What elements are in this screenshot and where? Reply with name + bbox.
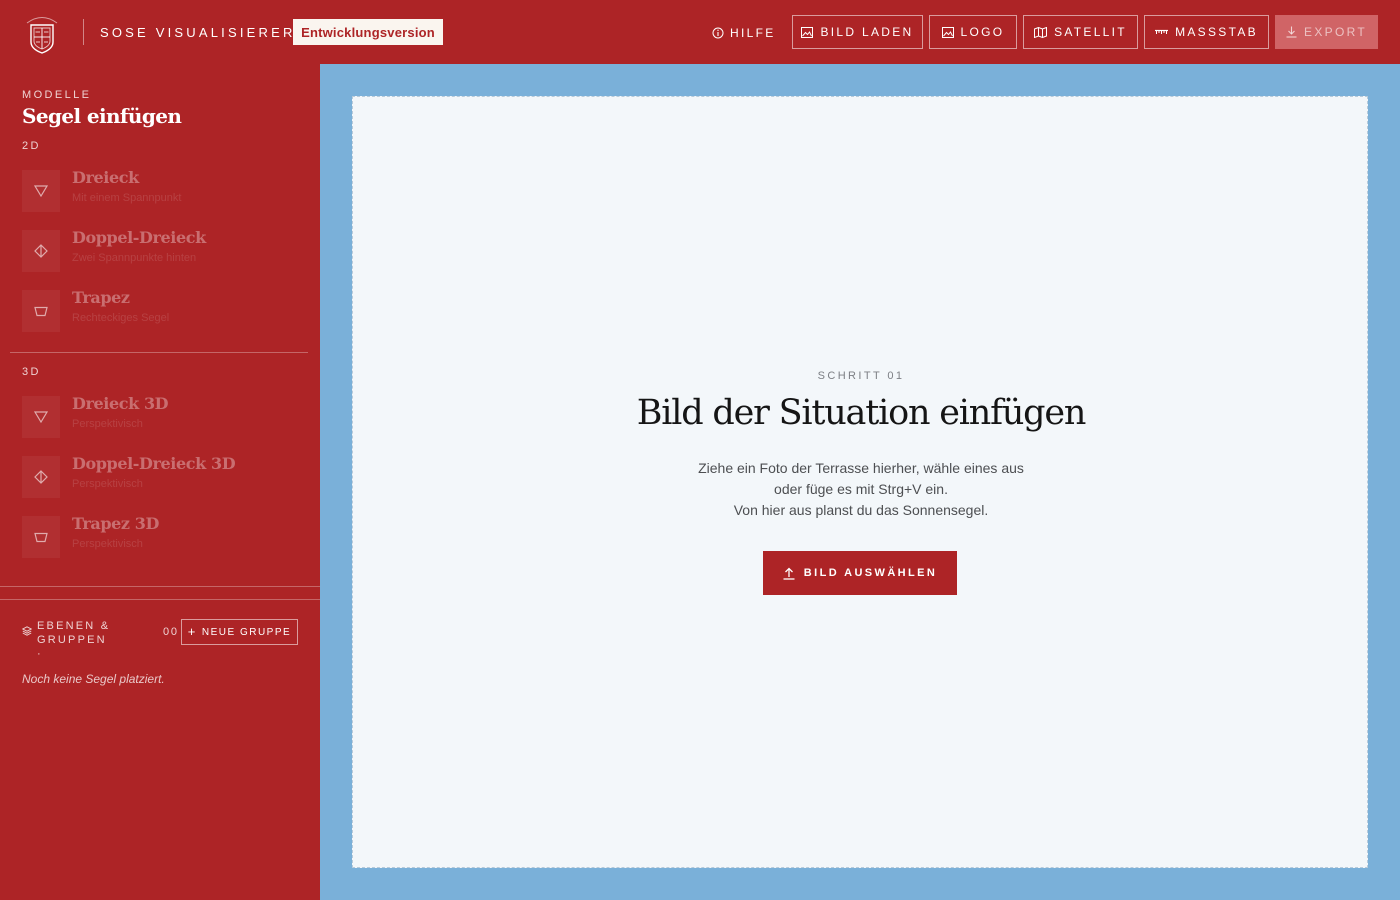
double-triangle-icon [22, 456, 60, 498]
plus-icon: + [187, 624, 197, 639]
description-line: Von hier aus planst du das Sonnensegel. [733, 502, 989, 518]
model-description: Perspektivisch [72, 418, 143, 430]
image-dropzone[interactable]: SCHRITT 01 Bild der Situation einfügen Z… [352, 96, 1368, 868]
layers-label-line: EBENEN & [37, 620, 111, 632]
layers-count: 00 [163, 626, 179, 638]
sidebar-divider [0, 599, 320, 600]
trapezoid-icon [22, 290, 60, 332]
logo-label: LOGO [960, 25, 1005, 39]
model-name: Trapez [72, 288, 130, 307]
info-icon [712, 27, 724, 39]
crest-logo-icon [26, 17, 58, 54]
model-item-dreieck-3d[interactable]: Dreieck 3D Perspektivisch [22, 394, 312, 440]
trapezoid-icon [22, 516, 60, 558]
sidebar-divider [0, 586, 320, 587]
image-icon [941, 26, 954, 38]
models-section-label: MODELLE [22, 89, 92, 101]
model-name: Doppel-Dreieck [72, 228, 206, 247]
model-description: Mit einem Spannpunkt [72, 192, 182, 204]
export-button[interactable]: EXPORT [1275, 15, 1378, 49]
group-label-3d: 3D [22, 366, 41, 378]
satellite-label: SATELLIT [1054, 25, 1127, 39]
model-name: Dreieck [72, 168, 139, 187]
description-line: Ziehe ein Foto der Terrasse hierher, wäh… [698, 460, 1024, 476]
choose-image-button[interactable]: BILD AUSWÄHLEN [763, 551, 957, 595]
choose-image-label: BILD AUSWÄHLEN [803, 567, 938, 579]
description-line: oder füge es mit Strg+V ein. [774, 481, 948, 497]
logo-button[interactable]: LOGO [929, 15, 1017, 49]
triangle-icon [22, 170, 60, 212]
load-image-button[interactable]: BILD LADEN [792, 15, 923, 49]
model-item-dreieck[interactable]: Dreieck Mit einem Spannpunkt [22, 168, 312, 214]
empty-layers-note: Noch keine Segel platziert. [22, 672, 165, 686]
group-label-2d: 2D [22, 140, 41, 152]
download-icon [1286, 26, 1297, 38]
model-description: Zwei Spannpunkte hinten [72, 252, 197, 264]
model-description: Perspektivisch [72, 478, 143, 490]
upload-icon [783, 567, 795, 580]
sidebar-heading: Segel einfügen [22, 104, 182, 128]
image-icon [801, 26, 814, 38]
triangle-icon [22, 396, 60, 438]
layers-label: EBENEN & GRUPPEN · [37, 619, 117, 661]
help-button[interactable]: HILFE [712, 24, 776, 42]
model-name: Trapez 3D [72, 514, 159, 533]
satellite-button[interactable]: SATELLIT [1023, 15, 1138, 49]
model-item-trapez-3d[interactable]: Trapez 3D Perspektivisch [22, 514, 312, 560]
dropzone-title: Bild der Situation einfügen [636, 393, 1087, 433]
header-divider [83, 19, 84, 45]
scale-label: MASSSTAB [1175, 25, 1258, 39]
dropzone-description: Ziehe ein Foto der Terrasse hierher, wäh… [353, 458, 1369, 521]
model-item-doppel-dreieck-3d[interactable]: Doppel-Dreieck 3D Perspektivisch [22, 454, 312, 500]
sidebar: MODELLE Segel einfügen 2D Dreieck Mit ei… [0, 64, 320, 900]
dev-version-badge: Entwicklungsversion [293, 19, 443, 45]
sidebar-divider [10, 352, 308, 353]
model-description: Rechteckiges Segel [72, 312, 170, 324]
step-label: SCHRITT 01 [817, 370, 905, 382]
canvas-area: SCHRITT 01 Bild der Situation einfügen Z… [320, 64, 1400, 900]
layers-label-line: GRUPPEN · [37, 634, 107, 660]
scale-button[interactable]: MASSSTAB [1144, 15, 1269, 49]
top-bar: SOSE VISUALISIERER Entwicklungsversion H… [0, 0, 1400, 64]
help-label: HILFE [730, 26, 776, 40]
new-group-button[interactable]: + NEUE GRUPPE [181, 619, 298, 645]
model-name: Dreieck 3D [72, 394, 169, 413]
model-name: Doppel-Dreieck 3D [72, 454, 236, 473]
app-title: SOSE VISUALISIERER [100, 25, 296, 40]
export-label: EXPORT [1304, 25, 1367, 39]
load-image-label: BILD LADEN [820, 25, 914, 39]
layers-icon [22, 626, 32, 636]
new-group-label: NEUE GRUPPE [201, 626, 292, 638]
double-triangle-icon [22, 230, 60, 272]
ruler-icon [1155, 29, 1169, 34]
map-icon [1034, 26, 1048, 38]
layers-header: EBENEN & GRUPPEN · 00 + NEUE GRUPPE [22, 618, 298, 660]
model-item-trapez[interactable]: Trapez Rechteckiges Segel [22, 288, 312, 334]
model-item-doppel-dreieck[interactable]: Doppel-Dreieck Zwei Spannpunkte hinten [22, 228, 312, 274]
model-description: Perspektivisch [72, 538, 143, 550]
